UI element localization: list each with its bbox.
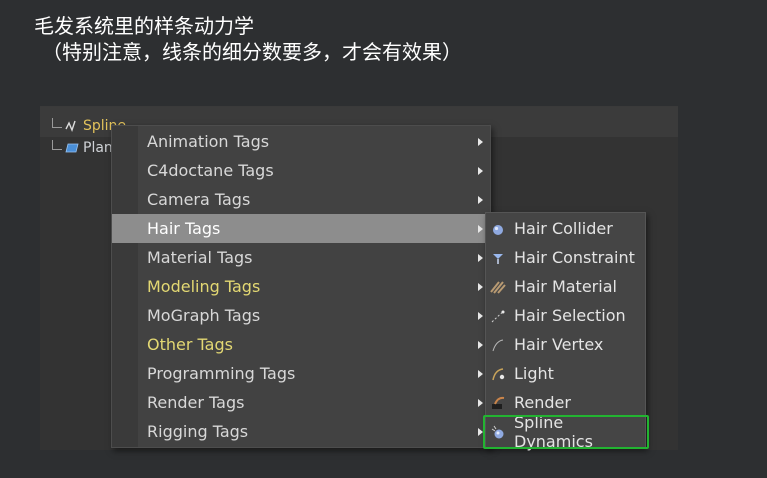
menu-item-label: Hair Tags bbox=[147, 219, 221, 238]
submenu-item-label: Light bbox=[514, 364, 554, 383]
submenu-item-spline-dynamics[interactable]: Spline Dynamics bbox=[483, 413, 649, 451]
hair-light-icon bbox=[489, 365, 507, 383]
tree-connector bbox=[52, 118, 62, 128]
menu-item-c4doctane-tags[interactable]: C4doctane Tags bbox=[112, 156, 490, 185]
submenu-arrow-icon bbox=[478, 341, 483, 349]
spline-icon bbox=[64, 118, 80, 134]
menu-item-hair-tags[interactable]: Hair Tags bbox=[112, 214, 490, 243]
submenu-item-light[interactable]: Light bbox=[486, 359, 645, 388]
submenu-arrow-icon bbox=[478, 196, 483, 204]
menu-item-mograph-tags[interactable]: MoGraph Tags bbox=[112, 301, 490, 330]
hair-tags-submenu: Hair Collider Hair Constraint Hair Mater… bbox=[483, 212, 649, 451]
slide-title: 毛发系统里的样条动力学 bbox=[34, 14, 254, 38]
menu-item-label: Camera Tags bbox=[147, 190, 251, 209]
menu-item-label: C4doctane Tags bbox=[147, 161, 274, 180]
menu-item-programming-tags[interactable]: Programming Tags bbox=[112, 359, 490, 388]
plane-icon bbox=[64, 140, 80, 156]
submenu-item-hair-constraint[interactable]: Hair Constraint bbox=[486, 243, 645, 272]
menu-item-material-tags[interactable]: Material Tags bbox=[112, 243, 490, 272]
menu-item-label: Programming Tags bbox=[147, 364, 296, 383]
submenu-item-hair-vertex[interactable]: Hair Vertex bbox=[486, 330, 645, 359]
submenu-item-label: Hair Collider bbox=[514, 219, 613, 238]
menu-item-label: Other Tags bbox=[147, 335, 233, 354]
menu-item-modeling-tags[interactable]: Modeling Tags bbox=[112, 272, 490, 301]
submenu-item-hair-selection[interactable]: Hair Selection bbox=[486, 301, 645, 330]
menu-item-rigging-tags[interactable]: Rigging Tags bbox=[112, 417, 490, 446]
submenu-item-label: Hair Constraint bbox=[514, 248, 635, 267]
menu-item-label: Rigging Tags bbox=[147, 422, 249, 441]
submenu-arrow-icon bbox=[478, 370, 483, 378]
menu-item-label: Render Tags bbox=[147, 393, 245, 412]
hair-constraint-icon bbox=[489, 249, 507, 267]
hair-render-icon bbox=[489, 394, 507, 412]
submenu-arrow-icon bbox=[478, 225, 483, 233]
submenu-arrow-icon bbox=[478, 254, 483, 262]
submenu-item-label: Hair Vertex bbox=[514, 335, 604, 354]
menu-item-label: Material Tags bbox=[147, 248, 253, 267]
hair-vertex-icon bbox=[489, 336, 507, 354]
hair-collider-icon bbox=[489, 220, 507, 238]
highlight-frame bbox=[483, 415, 649, 449]
tags-context-menu: Animation Tags C4doctane Tags Camera Tag… bbox=[111, 125, 491, 448]
submenu-item-label: Hair Material bbox=[514, 277, 617, 296]
slide-subtitle: （特别注意，线条的细分数要多，才会有效果） bbox=[42, 40, 462, 64]
submenu-item-hair-material[interactable]: Hair Material bbox=[486, 272, 645, 301]
menu-item-camera-tags[interactable]: Camera Tags bbox=[112, 185, 490, 214]
menu-item-label: Animation Tags bbox=[147, 132, 270, 151]
menu-item-other-tags[interactable]: Other Tags bbox=[112, 330, 490, 359]
submenu-arrow-icon bbox=[478, 312, 483, 320]
menu-item-label: Modeling Tags bbox=[147, 277, 261, 296]
submenu-arrow-icon bbox=[478, 167, 483, 175]
tree-connector bbox=[52, 140, 62, 150]
hair-selection-icon bbox=[489, 307, 507, 325]
submenu-arrow-icon bbox=[478, 138, 483, 146]
menu-item-animation-tags[interactable]: Animation Tags bbox=[112, 127, 490, 156]
menu-item-label: MoGraph Tags bbox=[147, 306, 261, 325]
submenu-item-label: Render bbox=[514, 393, 571, 412]
submenu-item-hair-collider[interactable]: Hair Collider bbox=[486, 214, 645, 243]
submenu-arrow-icon bbox=[478, 283, 483, 291]
hair-material-icon bbox=[489, 278, 507, 296]
submenu-arrow-icon bbox=[478, 399, 483, 407]
menu-item-render-tags[interactable]: Render Tags bbox=[112, 388, 490, 417]
submenu-item-label: Hair Selection bbox=[514, 306, 626, 325]
